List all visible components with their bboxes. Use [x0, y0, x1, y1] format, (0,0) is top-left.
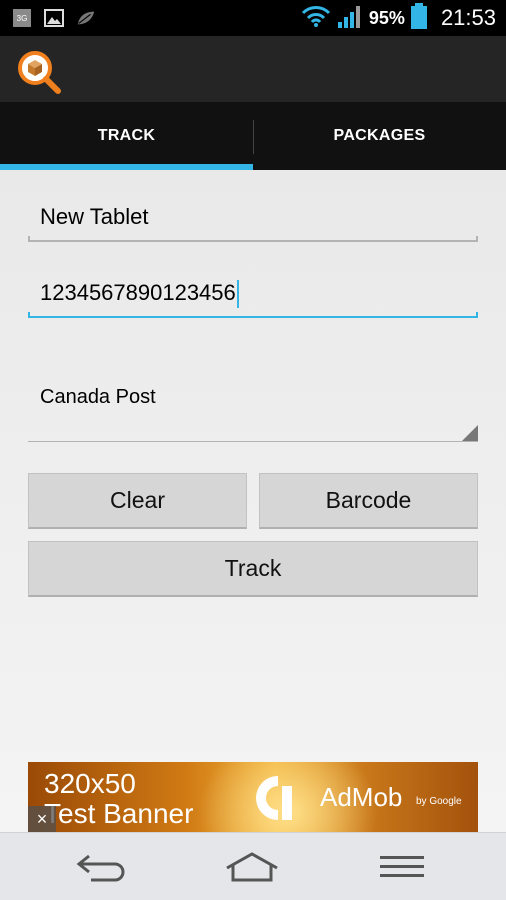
home-icon	[226, 852, 278, 882]
barcode-button[interactable]: Barcode	[259, 473, 478, 529]
back-icon	[76, 854, 125, 882]
status-bar: 3G 95% 21:53	[0, 0, 506, 36]
tracking-number-value: 1234567890123456	[40, 280, 236, 305]
carrier-selected-value: Canada Post	[40, 386, 156, 408]
track-form: New Tablet 1234567890123456 Canada Post …	[0, 170, 506, 832]
network-3g-icon: 3G	[12, 8, 32, 28]
wifi-icon	[301, 4, 331, 33]
ad-banner[interactable]: 320x50 Test Banner AdMob by Google	[28, 762, 478, 832]
dropdown-corner-icon	[462, 425, 478, 441]
tracking-number-field[interactable]: 1234567890123456	[28, 274, 478, 318]
ad-brand-text: AdMob	[320, 782, 403, 812]
ad-test-banner-text: Test Banner	[44, 798, 194, 829]
package-name-field[interactable]: New Tablet	[28, 198, 478, 242]
clear-button[interactable]: Clear	[28, 473, 247, 529]
tab-track[interactable]: TRACK	[0, 102, 253, 170]
ad-close-button[interactable]: ×	[28, 806, 56, 832]
navigation-bar	[0, 832, 506, 900]
ad-size-text: 320x50	[44, 768, 136, 799]
battery-percent: 95%	[368, 7, 405, 28]
package-name-underline	[28, 236, 478, 242]
app-search-package-icon[interactable]	[16, 49, 62, 95]
menu-icon	[380, 856, 424, 877]
battery-icon	[410, 2, 427, 34]
tab-bar: TRACK PACKAGES	[0, 102, 506, 170]
track-button[interactable]: Track	[28, 541, 478, 597]
package-name-value: New Tablet	[40, 204, 149, 229]
leaf-icon	[76, 8, 96, 28]
signal-icon	[337, 4, 363, 33]
tab-packages[interactable]: PACKAGES	[253, 102, 506, 170]
back-button[interactable]	[72, 847, 132, 887]
action-bar	[0, 36, 506, 102]
clock: 21:53	[440, 5, 496, 30]
tracking-number-underline	[28, 312, 478, 318]
text-cursor	[236, 280, 239, 309]
admob-logo-icon	[252, 772, 304, 824]
menu-button[interactable]	[372, 847, 432, 887]
carrier-underline	[28, 441, 478, 442]
network-label: 3G	[17, 14, 28, 23]
home-button[interactable]	[222, 847, 282, 887]
image-icon	[44, 8, 64, 28]
carrier-spinner[interactable]: Canada Post	[28, 370, 478, 442]
ad-by-google-text: by Google	[416, 796, 462, 807]
